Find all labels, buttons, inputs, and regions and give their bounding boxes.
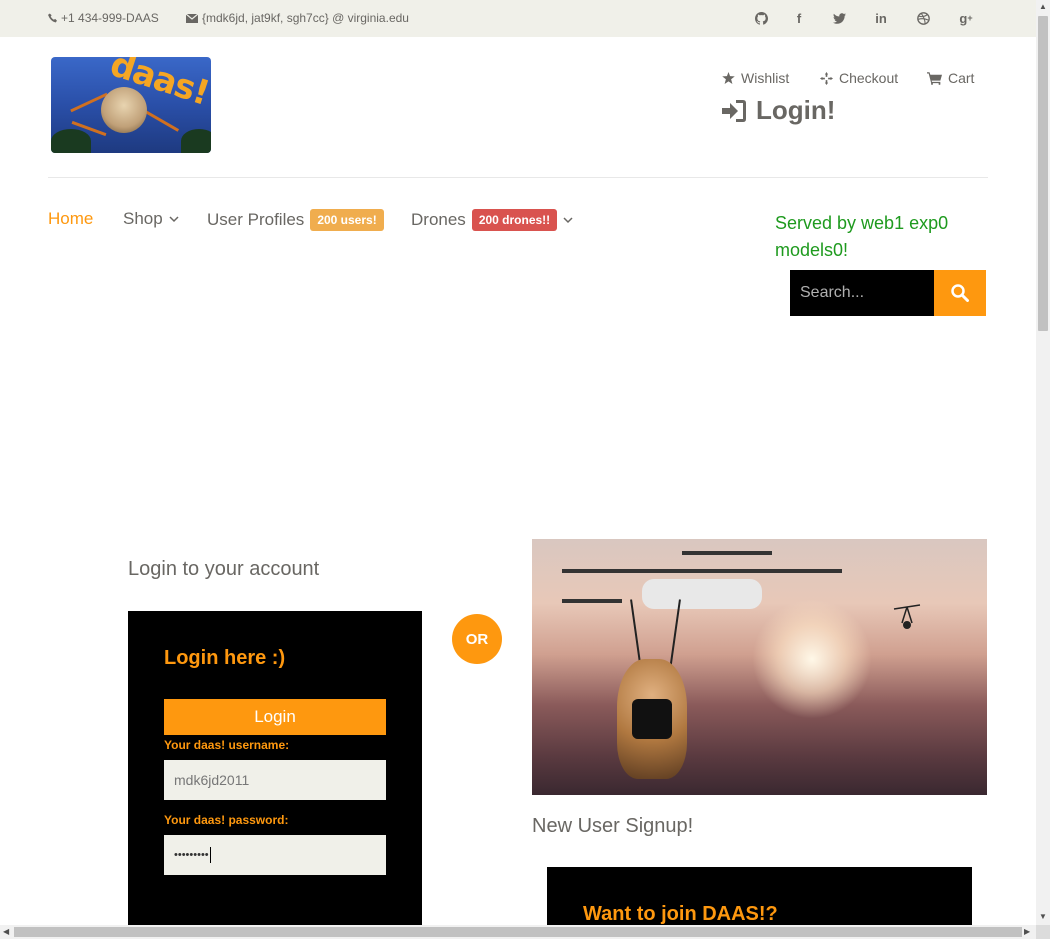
- distant-drone: [893, 604, 921, 629]
- wishlist-link[interactable]: Wishlist: [722, 70, 789, 86]
- login-link[interactable]: Login!: [722, 95, 835, 126]
- horizontal-scroll-thumb[interactable]: [14, 927, 1022, 937]
- scroll-right-arrow[interactable]: ▶: [1024, 927, 1030, 936]
- phone-contact: +1 434-999-DAAS: [48, 11, 159, 25]
- password-field[interactable]: •••••••••: [164, 835, 386, 875]
- username-field[interactable]: mdk6jd2011: [164, 760, 386, 800]
- login-form: Login here :) Login Your daas! username:…: [128, 611, 422, 931]
- github-icon[interactable]: [752, 10, 770, 26]
- facebook-icon[interactable]: f: [790, 10, 808, 26]
- served-by-text: Served by web1 exp0 models0!: [775, 213, 949, 260]
- scroll-left-arrow[interactable]: ◀: [3, 927, 9, 936]
- nav-user-profiles[interactable]: User Profiles 200 users!: [207, 209, 384, 231]
- phone-icon: [48, 13, 57, 23]
- drone-frame: [562, 569, 842, 573]
- search-icon: [951, 284, 969, 302]
- users-count-badge: 200 users!: [310, 209, 384, 231]
- linkedin-icon[interactable]: in: [872, 10, 890, 26]
- vertical-scroll-thumb[interactable]: [1038, 16, 1048, 331]
- text-cursor: [209, 847, 211, 863]
- drone-body: [642, 579, 762, 609]
- drone-dog-image: [532, 539, 987, 795]
- google-plus-icon[interactable]: g +: [957, 10, 975, 26]
- logo-tree-right: [181, 129, 211, 153]
- nav-home[interactable]: Home: [48, 209, 93, 229]
- checkout-label: Checkout: [839, 70, 899, 86]
- search-button[interactable]: [934, 270, 986, 316]
- drone-rotor: [682, 551, 772, 555]
- twitter-icon[interactable]: [830, 10, 848, 26]
- nav-user-profiles-label: User Profiles: [207, 210, 305, 229]
- signup-heading: Want to join DAAS!?: [583, 903, 778, 925]
- cart-label: Cart: [948, 70, 975, 86]
- cart-icon: [927, 71, 942, 85]
- daas-logo[interactable]: daas!: [51, 57, 211, 153]
- email-contact: {mdk6jd, jat9kf, sgh7cc} @ virginia.edu: [186, 11, 409, 25]
- signup-section-title: New User Signup!: [532, 815, 694, 837]
- scroll-down-arrow[interactable]: ▼: [1039, 912, 1047, 921]
- email-address: {mdk6jd, jat9kf, sgh7cc} @ virginia.edu: [202, 11, 409, 25]
- search-box: [790, 270, 986, 316]
- star-icon: [722, 72, 735, 84]
- nav-shop[interactable]: Shop: [123, 209, 179, 229]
- nav-home-label: Home: [48, 209, 94, 228]
- chevron-down-icon: [169, 215, 179, 222]
- cart-link[interactable]: Cart: [927, 70, 974, 86]
- dribbble-icon[interactable]: [914, 10, 932, 26]
- nav-drones[interactable]: Drones 200 drones!!: [411, 209, 573, 231]
- nav-shop-label: Shop: [123, 209, 163, 228]
- header-divider: [48, 177, 988, 178]
- username-label: Your daas! username:: [164, 738, 290, 752]
- nav-drones-label: Drones: [411, 210, 466, 229]
- logo-tree-left: [51, 129, 91, 153]
- vertical-scrollbar[interactable]: ▲ ▼: [1036, 0, 1050, 925]
- login-button[interactable]: Login: [164, 699, 386, 735]
- scroll-up-arrow[interactable]: ▲: [1039, 2, 1047, 11]
- checkout-link[interactable]: Checkout: [820, 70, 898, 86]
- scrollbar-corner: [1036, 925, 1050, 939]
- login-label: Login!: [756, 95, 836, 125]
- password-label: Your daas! password:: [164, 813, 289, 827]
- envelope-icon: [186, 13, 198, 23]
- or-divider: OR: [452, 614, 502, 664]
- search-input[interactable]: [790, 270, 934, 316]
- sun-glow: [752, 599, 872, 719]
- login-heading: Login here :): [164, 647, 286, 669]
- horizontal-scrollbar[interactable]: ◀ ▶: [0, 925, 1036, 939]
- wishlist-label: Wishlist: [741, 70, 790, 86]
- phone-number: +1 434-999-DAAS: [61, 11, 159, 25]
- crosshairs-icon: [820, 71, 833, 85]
- dog-harness: [632, 699, 672, 739]
- password-value: •••••••••: [174, 849, 209, 861]
- top-bar: +1 434-999-DAAS {mdk6jd, jat9kf, sgh7cc}…: [0, 0, 1036, 37]
- logo-drone-arm: [142, 109, 180, 132]
- chevron-down-icon: [563, 216, 573, 223]
- username-value: mdk6jd2011: [174, 772, 250, 788]
- drone-arm: [562, 599, 622, 603]
- login-section-title: Login to your account: [128, 558, 320, 580]
- drones-count-badge: 200 drones!!: [471, 209, 558, 231]
- sign-in-icon: [722, 99, 746, 122]
